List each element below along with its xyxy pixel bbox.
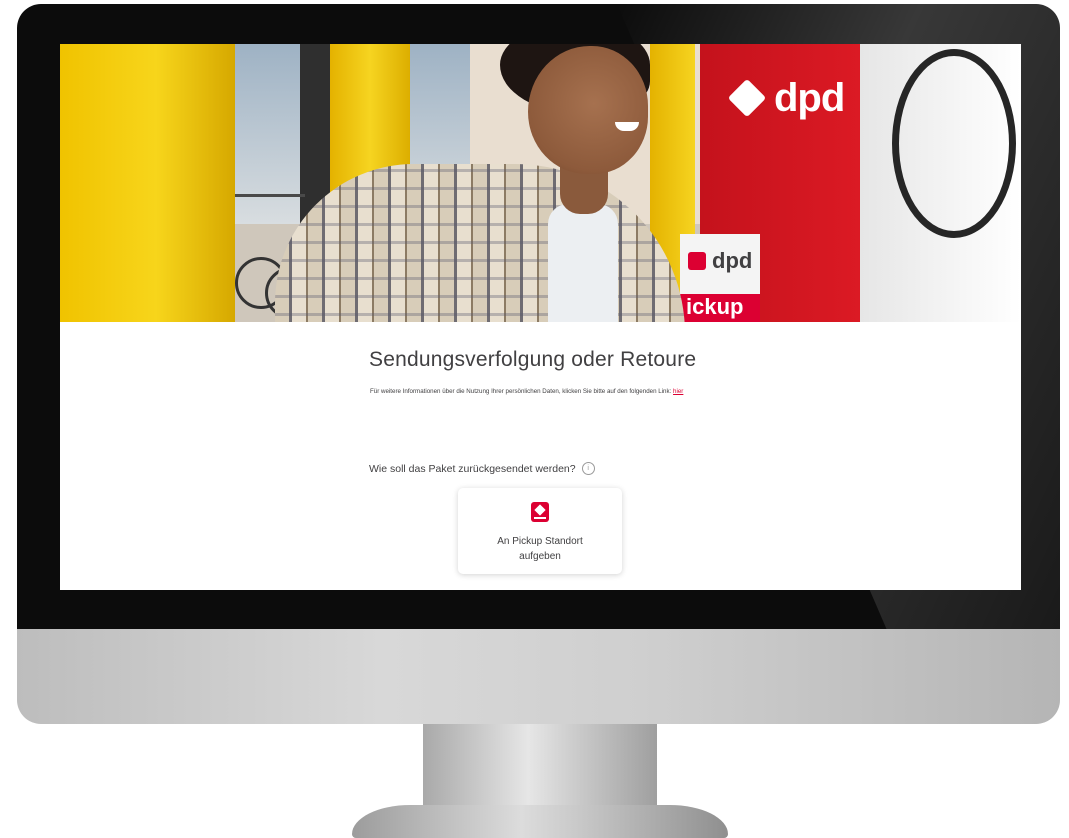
- question-text: Wie soll das Paket zurückgesendet werden…: [369, 462, 576, 475]
- person-tshirt: [548, 204, 618, 322]
- page-title: Sendungsverfolgung oder Retoure: [369, 348, 697, 371]
- option-label-line1: An Pickup Standort: [497, 536, 583, 547]
- yellow-pillar: [60, 44, 235, 322]
- sign-dpd-logo: dpd: [688, 248, 752, 274]
- hero-image: dpd dpd ickup: [60, 44, 1021, 322]
- privacy-text: Für weitere Informationen über die Nutzu…: [370, 388, 672, 395]
- option-label: An Pickup Standort aufgeben: [458, 534, 622, 564]
- van-dpd-logo: dpd: [727, 76, 845, 121]
- sign-logo-text: dpd: [712, 248, 753, 273]
- sign-pickup-text: ickup: [680, 294, 760, 322]
- person-shirt-pattern: [275, 164, 685, 322]
- monitor-chin: [17, 629, 1060, 724]
- monitor-stand-neck: [423, 724, 657, 814]
- pickup-sign: dpd ickup: [680, 234, 760, 322]
- dpd-logo-icon: [727, 78, 767, 118]
- option-label-line2: aufgeben: [519, 551, 561, 562]
- monitor-stand-foot: [352, 805, 728, 838]
- privacy-link[interactable]: hier: [673, 388, 683, 395]
- dpd-logo-icon: [688, 252, 706, 270]
- screen: dpd dpd ickup Sendungsverfolgung oder Re…: [60, 44, 1021, 590]
- return-question: Wie soll das Paket zurückgesendet werden…: [369, 462, 595, 475]
- person-face: [528, 46, 648, 174]
- bicycle-wheel: [892, 49, 1016, 238]
- van-logo-text: dpd: [774, 76, 845, 120]
- privacy-notice: Für weitere Informationen über die Nutzu…: [370, 387, 720, 396]
- info-icon[interactable]: i: [581, 462, 595, 475]
- pickup-dropoff-option[interactable]: An Pickup Standort aufgeben: [458, 488, 622, 574]
- pickup-shop-icon: [531, 502, 549, 522]
- main-content: Sendungsverfolgung oder Retoure Für weit…: [60, 322, 1021, 590]
